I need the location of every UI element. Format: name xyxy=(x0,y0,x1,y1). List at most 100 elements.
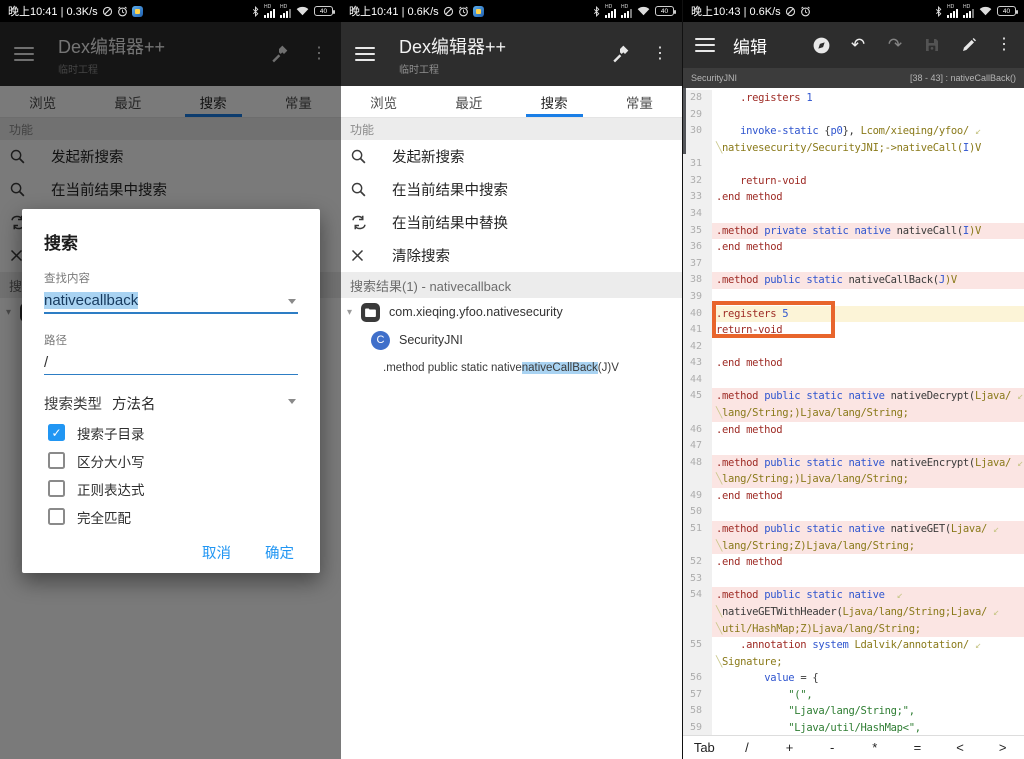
code-text[interactable]: ╲lang/String;Z)Ljava/lang/String; xyxy=(712,538,1024,555)
code-text[interactable] xyxy=(712,438,1024,455)
collapse-arrow-icon[interactable]: ▾ xyxy=(347,307,361,318)
tab-常量[interactable]: 常量 xyxy=(597,86,682,117)
code-text[interactable]: ╲util/HashMap;Z)Ljava/lang/String; xyxy=(712,621,1024,638)
code-line: ╲nativesecurity/SecurityJNI;->nativeCall… xyxy=(683,140,1024,157)
tab-最近[interactable]: 最近 xyxy=(426,86,511,117)
menu-item[interactable]: 清除搜索 xyxy=(341,239,682,272)
line-number: 58 xyxy=(683,703,712,720)
navigate-compass-icon[interactable] xyxy=(811,36,831,55)
code-text[interactable] xyxy=(712,571,1024,588)
menu-item[interactable]: 发起新搜索 xyxy=(341,140,682,173)
overflow-menu-icon[interactable]: ⋮ xyxy=(652,46,668,62)
line-number: 37 xyxy=(683,256,712,273)
code-text[interactable]: "(", xyxy=(712,687,1024,704)
option-row[interactable]: ✓搜索子目录 xyxy=(48,423,298,442)
tree-class-row[interactable]: C SecurityJNI xyxy=(341,326,682,354)
scrollbar[interactable] xyxy=(683,88,686,154)
code-line: 48.method public static native nativeEnc… xyxy=(683,455,1024,472)
code-line: 42 xyxy=(683,339,1024,356)
code-line: 51.method public static native nativeGET… xyxy=(683,521,1024,538)
line-number: 43 xyxy=(683,355,712,372)
code-line: 45.method public static native nativeDec… xyxy=(683,388,1024,405)
symbol-key[interactable]: = xyxy=(896,740,939,755)
menu-item[interactable]: 在当前结果中替换 xyxy=(341,206,682,239)
path-input[interactable]: / xyxy=(44,354,298,375)
find-input[interactable]: nativecallback xyxy=(44,292,298,314)
code-text[interactable]: .annotation system Ldalvik/annotation/ ↙ xyxy=(712,637,1024,654)
symbol-key[interactable]: * xyxy=(854,740,897,755)
code-text[interactable]: .method private static native nativeCall… xyxy=(712,223,1024,240)
code-text[interactable]: .method public static native nativeDecry… xyxy=(712,388,1024,405)
code-text[interactable]: ╲Signature; xyxy=(712,654,1024,671)
symbol-key[interactable]: Tab xyxy=(683,740,726,755)
code-text[interactable]: value = { xyxy=(712,670,1024,687)
screen-search-dialog: 晚上10:41 | 0.3K/s HD HD 40 Dex编辑器++ 临时工程 xyxy=(0,0,341,759)
code-text[interactable]: "Ljava/lang/String;", xyxy=(712,703,1024,720)
checkbox-unchecked-icon[interactable] xyxy=(48,508,65,525)
code-text[interactable]: ╲lang/String;)Ljava/lang/String; xyxy=(712,471,1024,488)
code-text[interactable] xyxy=(712,372,1024,389)
line-number xyxy=(683,621,712,638)
symbol-key[interactable]: - xyxy=(811,740,854,755)
build-hammer-icon[interactable] xyxy=(610,44,630,64)
tab-bar: 浏览最近搜索常量 xyxy=(341,86,682,118)
redo-icon[interactable]: ↷ xyxy=(885,37,905,54)
code-text[interactable]: .method public static native nativeGET(L… xyxy=(712,521,1024,538)
tree-package-row[interactable]: ▾ com.xieqing.yfoo.nativesecurity xyxy=(341,298,682,326)
code-text[interactable]: .end method xyxy=(712,189,1024,206)
code-text[interactable]: ╲nativeGETWithHeader(Ljava/lang/String;L… xyxy=(712,604,1024,621)
code-text[interactable] xyxy=(712,339,1024,356)
checkbox-unchecked-icon[interactable] xyxy=(48,452,65,469)
code-text[interactable]: .end method xyxy=(712,422,1024,439)
app-title: Dex编辑器++ xyxy=(399,33,610,59)
code-line: 37 xyxy=(683,256,1024,273)
code-area[interactable]: 28 .registers 12930 invoke-static {p0}, … xyxy=(683,88,1024,735)
option-row[interactable]: 正则表达式 xyxy=(48,479,298,498)
code-text[interactable]: ╲lang/String;)Ljava/lang/String; xyxy=(712,405,1024,422)
dropdown-caret-icon[interactable] xyxy=(288,399,296,404)
undo-icon[interactable]: ↶ xyxy=(848,37,868,54)
checkbox-checked-icon[interactable]: ✓ xyxy=(48,424,65,441)
cancel-button[interactable]: 取消 xyxy=(202,542,231,563)
symbol-key[interactable]: + xyxy=(768,740,811,755)
alarm-icon xyxy=(458,6,469,17)
tab-搜索[interactable]: 搜索 xyxy=(512,86,597,117)
code-text[interactable]: .method public static native ↙ xyxy=(712,587,1024,604)
code-text[interactable]: "Ljava/util/HashMap<", xyxy=(712,720,1024,735)
code-text[interactable]: .end method xyxy=(712,239,1024,256)
symbol-key[interactable]: / xyxy=(726,740,769,755)
code-text[interactable]: .end method xyxy=(712,355,1024,372)
symbol-key[interactable]: < xyxy=(939,740,982,755)
line-number: 38 xyxy=(683,272,712,289)
code-text[interactable]: .registers 1 xyxy=(712,90,1024,107)
breadcrumb-class[interactable]: SecurityJNI xyxy=(691,73,737,83)
code-text[interactable] xyxy=(712,206,1024,223)
menu-icon[interactable] xyxy=(695,38,715,52)
code-text[interactable]: invoke-static {p0}, Lcom/xieqing/yfoo/ ↙ xyxy=(712,123,1024,140)
code-line: 47 xyxy=(683,438,1024,455)
code-text[interactable] xyxy=(712,156,1024,173)
ok-button[interactable]: 确定 xyxy=(265,542,294,563)
save-icon[interactable] xyxy=(922,37,942,53)
code-text[interactable] xyxy=(712,504,1024,521)
code-text[interactable]: ╲nativesecurity/SecurityJNI;->nativeCall… xyxy=(712,140,1024,157)
code-text[interactable]: .method public static nativeCallBack(J)V xyxy=(712,272,1024,289)
menu-icon[interactable] xyxy=(355,47,375,61)
option-row[interactable]: 完全匹配 xyxy=(48,507,298,526)
checkbox-unchecked-icon[interactable] xyxy=(48,480,65,497)
dropdown-caret-icon[interactable] xyxy=(288,299,296,304)
menu-item[interactable]: 在当前结果中搜索 xyxy=(341,173,682,206)
code-text[interactable]: .method public static native nativeEncry… xyxy=(712,455,1024,472)
overflow-menu-icon[interactable]: ⋮ xyxy=(996,37,1012,53)
code-text[interactable]: return-void xyxy=(712,173,1024,190)
code-text[interactable] xyxy=(712,107,1024,124)
tab-浏览[interactable]: 浏览 xyxy=(341,86,426,117)
edit-pencil-icon[interactable] xyxy=(959,37,979,53)
code-text[interactable]: .end method xyxy=(712,488,1024,505)
symbol-key[interactable]: > xyxy=(981,740,1024,755)
option-row[interactable]: 区分大小写 xyxy=(48,451,298,470)
code-text[interactable]: .end method xyxy=(712,554,1024,571)
code-text[interactable] xyxy=(712,256,1024,273)
search-type-select[interactable]: 搜索类型 方法名 xyxy=(44,393,298,414)
tree-method-row[interactable]: .method public static native nativeCallB… xyxy=(341,354,682,382)
